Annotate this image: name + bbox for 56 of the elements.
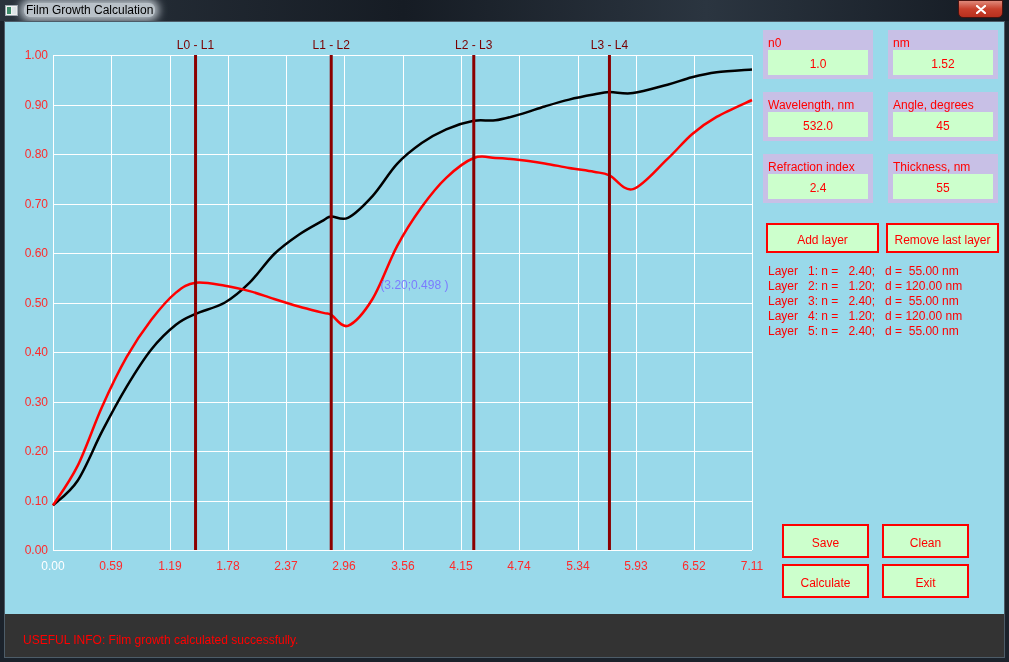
axis-tick-label: 0.10 (24, 493, 48, 508)
input-field[interactable]: 45 (893, 112, 993, 137)
axis-tick-label: 1.19 (158, 559, 182, 573)
action-button[interactable]: Exit (882, 564, 969, 598)
axis-tick-label: 0.20 (24, 444, 48, 458)
layer-info-text: Layer 5: n = 2.40; d = 55.00 nm (768, 324, 960, 339)
axis-tick-label: 7.11 (740, 559, 764, 573)
input-field[interactable]: 532.0 (768, 112, 868, 137)
axis-tick-label: 1.00 (24, 48, 48, 62)
window-title: Film Growth Calculation (24, 3, 156, 17)
axis-tick-label: 1.78 (216, 559, 240, 573)
action-button[interactable]: Add layer (766, 223, 879, 253)
window-icon (5, 5, 18, 16)
field-label: n0 (767, 35, 783, 50)
close-button[interactable] (958, 0, 1003, 18)
action-button[interactable]: Calculate (782, 564, 869, 598)
layer-boundary-label: L1 - L2 (312, 38, 350, 52)
axis-tick-label: 3.56 (391, 559, 415, 573)
field-label: nm (892, 35, 911, 50)
axis-tick-label: 2.37 (274, 559, 298, 573)
input-field[interactable]: 2.4 (768, 174, 868, 199)
axis-tick-label: 0.00 (24, 543, 48, 557)
axis-tick-label: 0.90 (24, 97, 48, 112)
axis-tick-label: 0.59 (99, 559, 123, 573)
field-label: Wavelength, nm (767, 97, 856, 112)
axis-tick-label: 0.40 (24, 345, 48, 359)
layer-boundary-label: L3 - L4 (590, 38, 629, 52)
action-button[interactable]: Remove last layer (886, 223, 999, 253)
axis-tick-label: 2.96 (332, 559, 356, 573)
axis-tick-label: 5.93 (624, 559, 648, 573)
axis-tick-label: 0.30 (24, 394, 48, 409)
axis-tick-label: 6.52 (682, 559, 706, 573)
input-field[interactable]: 1.52 (893, 50, 993, 75)
action-button[interactable]: Clean (882, 524, 969, 558)
axis-tick-label: 0.00 (41, 559, 65, 573)
input-field[interactable]: 1.0 (768, 50, 868, 75)
axis-tick-label: 4.15 (449, 559, 473, 573)
axis-tick-label: 4.74 (507, 559, 531, 573)
layer-info-text: Layer 4: n = 1.20; d = 120.00 nm (768, 309, 964, 324)
layer-info-text: Layer 1: n = 2.40; d = 55.00 nm (768, 264, 960, 279)
axis-tick-label: 5.34 (566, 559, 590, 573)
layer-boundary-label: L2 - L3 (455, 38, 493, 52)
status-text: USEFUL INFO: Film growth calculated successfully. (23, 633, 300, 647)
axis-tick-label: 0.70 (24, 196, 48, 211)
layer-info-text: Layer 2: n = 1.20; d = 120.00 nm (768, 279, 964, 294)
axis-tick-label: 0.60 (24, 246, 48, 260)
layer-boundary-label: L0 - L1 (176, 38, 215, 52)
field-label: Angle, degrees (892, 97, 975, 112)
axis-tick-label: 0.80 (24, 147, 48, 161)
close-icon (975, 4, 986, 14)
field-label: Refraction index (767, 159, 856, 174)
action-button[interactable]: Save (782, 524, 869, 558)
axis-tick-label: 0.50 (24, 295, 48, 310)
field-label: Thickness, nm (892, 159, 972, 174)
input-field[interactable]: 55 (893, 174, 993, 199)
layer-info-text: Layer 3: n = 2.40; d = 55.00 nm (768, 294, 960, 309)
